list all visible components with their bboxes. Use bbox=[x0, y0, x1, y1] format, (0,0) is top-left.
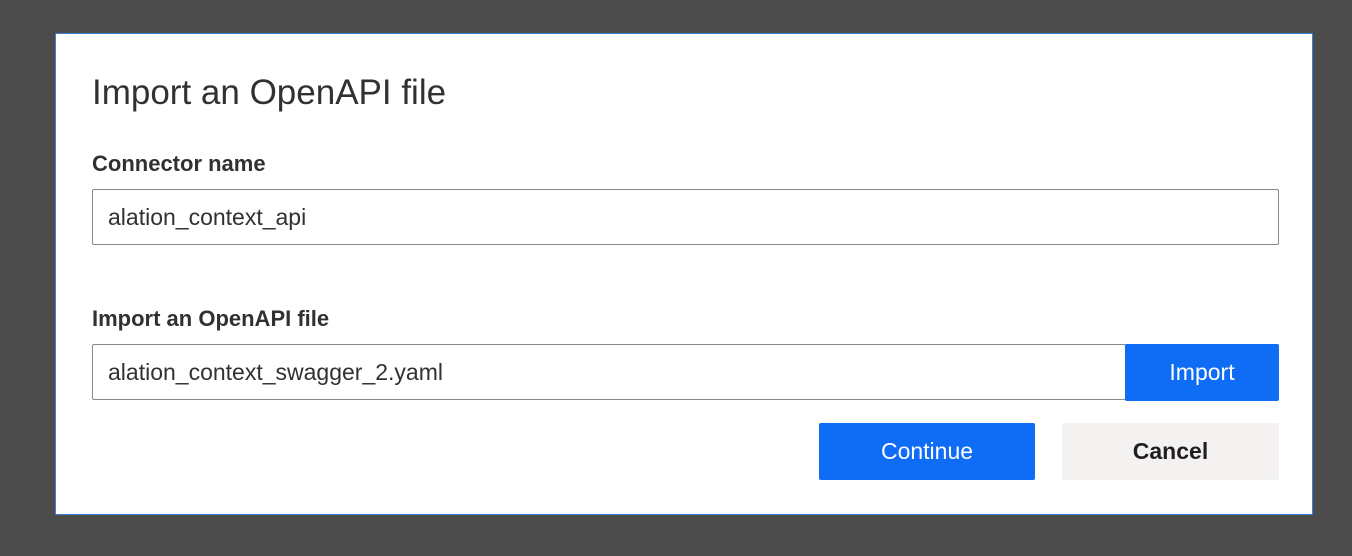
import-button[interactable]: Import bbox=[1125, 344, 1279, 401]
openapi-file-label: Import an OpenAPI file bbox=[92, 306, 330, 331]
dialog-title: Import an OpenAPI file bbox=[92, 73, 447, 112]
connector-name-label: Connector name bbox=[92, 151, 266, 176]
continue-button[interactable]: Continue bbox=[819, 423, 1035, 480]
connector-name-input[interactable] bbox=[92, 189, 1279, 245]
openapi-file-input[interactable] bbox=[92, 344, 1126, 400]
import-openapi-dialog: Import an OpenAPI file Connector name Im… bbox=[55, 33, 1313, 515]
cancel-button[interactable]: Cancel bbox=[1062, 423, 1279, 480]
